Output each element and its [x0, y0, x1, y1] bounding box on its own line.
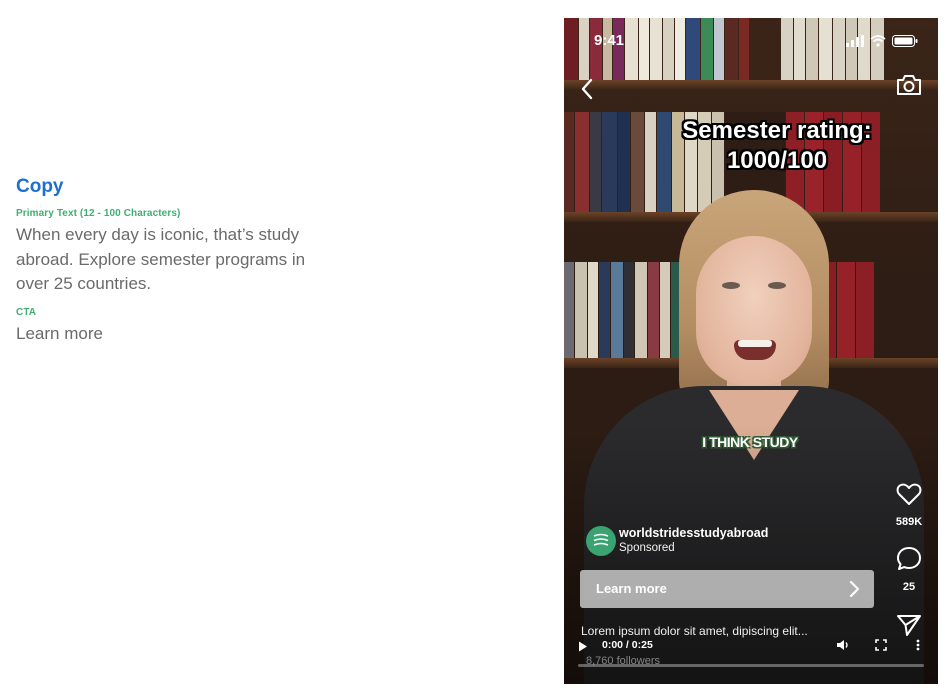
status-icons — [846, 34, 918, 52]
account-name[interactable]: worldstridesstudyabroad — [619, 526, 768, 540]
headline-line1: Semester rating: — [682, 117, 872, 144]
wifi-icon — [870, 34, 886, 52]
camera-icon[interactable] — [894, 70, 924, 100]
headline-line2: 1000/100 — [726, 147, 828, 174]
primary-text-label: Primary Text (12 - 100 Characters) — [16, 208, 181, 219]
comments-count: 25 — [902, 581, 916, 593]
back-icon[interactable] — [576, 76, 598, 102]
sponsored-label: Sponsored — [619, 542, 675, 554]
fullscreen-icon[interactable] — [875, 638, 887, 656]
cta-value: Learn more — [16, 323, 103, 343]
video-caption: I THINK STUDY — [702, 434, 798, 450]
video-time: 0:00 / 0:25 — [602, 639, 653, 651]
phone-preview: 9:41 Semester rating: 1000/100 I THINK S… — [564, 18, 938, 684]
more-icon[interactable] — [916, 638, 920, 656]
video-headline: Semester rating: 1000/100 — [634, 116, 920, 176]
play-icon[interactable] — [578, 639, 588, 657]
likes-count: 589K — [895, 516, 923, 528]
primary-text-value: When every day is iconic, that’s study a… — [16, 225, 306, 293]
avatar[interactable] — [586, 526, 616, 556]
share-icon[interactable] — [895, 612, 923, 638]
comment-icon[interactable] — [894, 544, 924, 574]
signal-icon — [846, 34, 864, 52]
learn-more-label: Learn more — [596, 581, 667, 596]
battery-icon — [892, 34, 918, 52]
video-progress[interactable] — [578, 664, 924, 667]
copy-panel: Copy Primary Text (12 - 100 Characters) … — [16, 176, 316, 344]
learn-more-button[interactable]: Learn more — [580, 570, 874, 608]
ad-description[interactable]: Lorem ipsum dolor sit amet, dipiscing el… — [581, 624, 808, 638]
cta-label: CTA — [16, 306, 37, 318]
copy-title: Copy — [16, 176, 64, 197]
person-face — [696, 236, 812, 386]
status-time: 9:41 — [594, 32, 625, 49]
volume-icon[interactable] — [836, 638, 850, 656]
chevron-right-icon — [848, 580, 860, 603]
heart-icon[interactable] — [894, 480, 924, 508]
